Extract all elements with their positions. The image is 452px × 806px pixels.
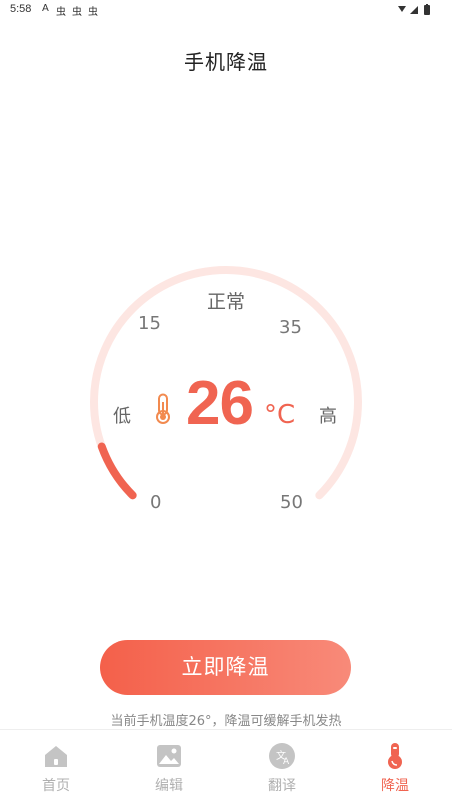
tick-label-35: 35	[279, 317, 302, 338]
nav-item-translate[interactable]: 文 A 翻译	[242, 730, 322, 806]
nav-item-cool[interactable]: 降温	[355, 730, 435, 806]
nav-label-edit: 编辑	[155, 778, 183, 794]
temperature-hint: 当前手机温度26°，降温可缓解手机发热	[110, 714, 342, 729]
temperature-value: 26	[186, 369, 254, 438]
cool-down-button[interactable]: 立即降温	[100, 640, 351, 695]
notification-icon: 虫	[56, 7, 66, 18]
nav-item-edit[interactable]: 编辑	[129, 730, 209, 806]
nav-label-translate: 翻译	[268, 778, 296, 794]
notification-icon: A	[42, 3, 49, 14]
notification-icon: 虫	[88, 7, 98, 18]
low-label: 低	[113, 406, 131, 427]
translate-icon: 文 A	[269, 743, 295, 769]
high-label: 高	[319, 406, 337, 427]
thermometer-icon	[156, 393, 170, 424]
bottom-nav: 首页 编辑 文 A 翻译 降温	[0, 729, 452, 806]
gauge-progress	[97, 442, 137, 500]
signal-icon	[410, 6, 418, 14]
gauge-status-label: 正常	[206, 291, 245, 313]
nav-label-cool: 降温	[381, 778, 409, 794]
page-title: 手机降温	[184, 50, 268, 74]
tick-label-15: 15	[138, 313, 161, 334]
status-bar: 5:58 A 虫 虫 虫	[0, 0, 452, 20]
home-icon	[45, 746, 67, 767]
nav-label-home: 首页	[42, 778, 70, 794]
wifi-icon	[398, 6, 406, 12]
nav-item-home[interactable]: 首页	[16, 730, 96, 806]
thermometer-icon	[388, 743, 402, 769]
svg-text:A: A	[283, 757, 290, 767]
tick-label-0: 0	[150, 492, 162, 513]
battery-icon	[424, 5, 430, 15]
tick-label-50: 50	[280, 492, 303, 513]
notification-icon: 虫	[72, 7, 82, 18]
status-time: 5:58	[10, 3, 32, 15]
temperature-unit: °C	[264, 400, 296, 430]
image-icon	[157, 745, 181, 767]
status-right-icons	[398, 4, 430, 15]
